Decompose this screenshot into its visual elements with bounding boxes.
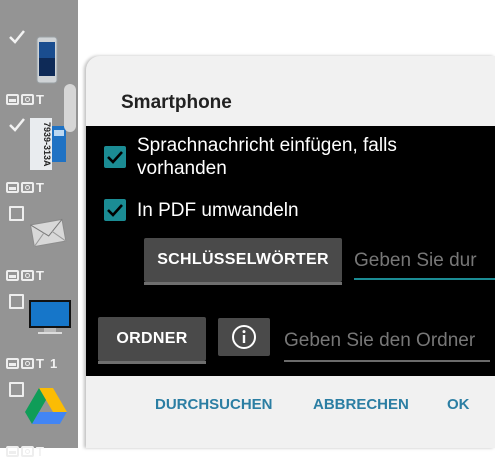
text-type-label: T (36, 443, 44, 459)
folder-button[interactable]: ORDNER (98, 317, 206, 364)
left-thumbnail-strip: T 7939-313A T T T 1 T (0, 0, 78, 459)
camera-icon (21, 445, 34, 457)
browse-button[interactable]: DURCHSUCHEN (155, 396, 273, 413)
voice-message-label-line1: Sprachnachricht einfügen, falls (137, 135, 397, 156)
camera-icon (21, 269, 34, 281)
checkbox-checked[interactable] (9, 30, 25, 45)
strip-item-google-drive[interactable]: T (0, 382, 78, 470)
folder-input[interactable]: Geben Sie den Ordner (284, 330, 490, 352)
gallery-icon (6, 357, 19, 369)
keywords-input[interactable]: Geben Sie dur (354, 250, 495, 272)
checkbox-unchecked[interactable] (9, 206, 24, 221)
info-icon (232, 325, 256, 349)
dialog-content-panel: Sprachnachricht einfügen, falls vorhande… (86, 126, 495, 376)
strip-item-icons: T (6, 443, 44, 459)
keywords-input-underline (354, 278, 495, 280)
smartphone-thumbnail (36, 36, 58, 84)
camera-icon (21, 357, 34, 369)
keywords-button[interactable]: SCHLÜSSELWÖRTER (144, 238, 342, 285)
google-drive-thumbnail (24, 386, 68, 426)
pdf-convert-checkbox[interactable] (104, 199, 126, 221)
text-type-label: T (36, 355, 44, 371)
strip-item-icons: T (6, 179, 44, 195)
text-type-label: T (36, 267, 44, 283)
monitor-thumbnail (28, 298, 72, 338)
info-button[interactable] (218, 318, 270, 356)
text-type-label: T (36, 179, 44, 195)
gallery-icon (6, 93, 19, 105)
checkbox-checked[interactable] (9, 118, 25, 133)
envelope-thumbnail (28, 212, 68, 252)
voice-message-checkbox[interactable] (104, 146, 126, 168)
strip-item-icons: T 1 (6, 355, 58, 371)
gallery-icon (6, 445, 19, 457)
camera-icon (21, 93, 34, 105)
item-count: 1 (49, 355, 58, 371)
strip-item-monitor[interactable]: T 1 (0, 294, 78, 382)
scroll-indicator[interactable] (64, 84, 76, 132)
strip-item-envelope[interactable]: T (0, 206, 78, 294)
voice-message-label: Sprachnachricht einfügen, falls vorhande… (137, 134, 397, 180)
text-type-label: T (36, 91, 44, 107)
dialog-title: Smartphone (121, 92, 232, 113)
folder-input-underline (284, 360, 490, 362)
strip-item-icons: T (6, 267, 44, 283)
sd-card-label: 7939-313A (42, 122, 52, 167)
smartphone-dialog: Smartphone Sprachnachricht einfügen, fal… (86, 56, 495, 448)
voice-message-label-line2: vorhanden (137, 158, 227, 179)
checkbox-unchecked[interactable] (9, 294, 24, 309)
gallery-icon (6, 181, 19, 193)
strip-item-icons: T (6, 91, 44, 107)
checkbox-unchecked[interactable] (9, 382, 24, 397)
pdf-convert-label: In PDF umwandeln (137, 200, 299, 221)
camera-icon (21, 181, 34, 193)
cancel-button[interactable]: ABBRECHEN (313, 396, 409, 413)
gallery-icon (6, 269, 19, 281)
ok-button[interactable]: OK (447, 396, 470, 413)
